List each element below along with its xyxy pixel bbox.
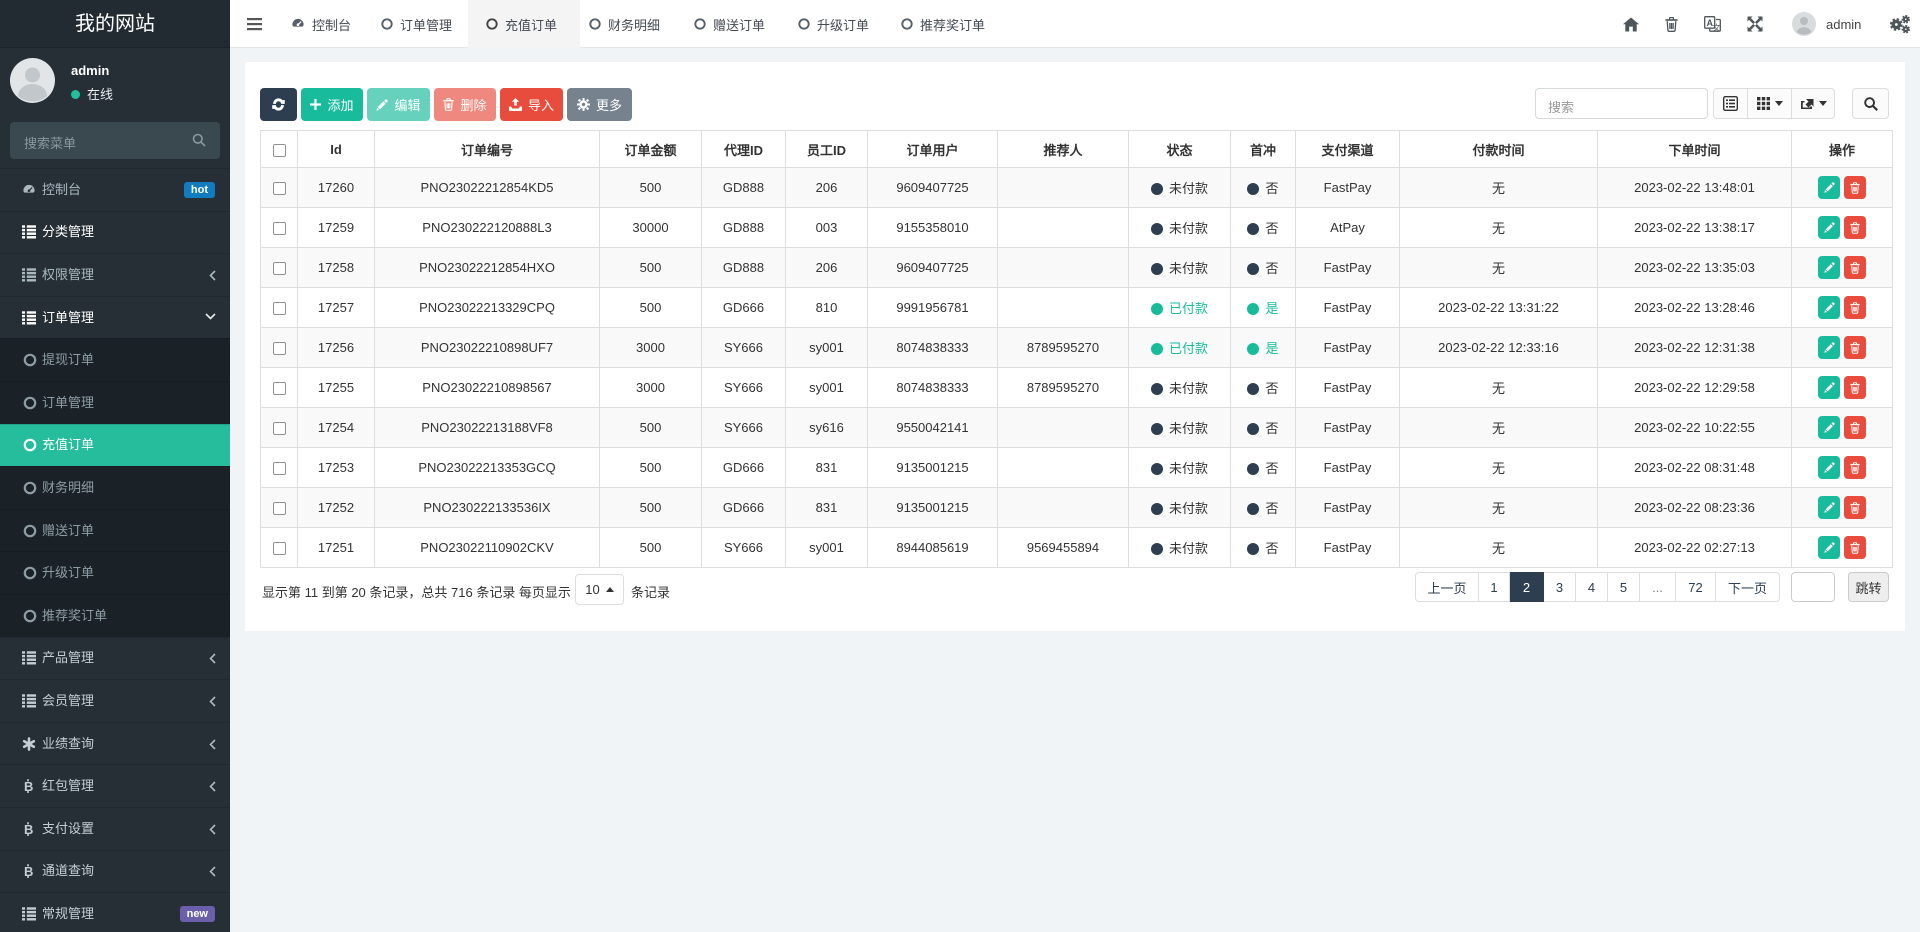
svg-text:文: 文 — [1713, 23, 1721, 33]
